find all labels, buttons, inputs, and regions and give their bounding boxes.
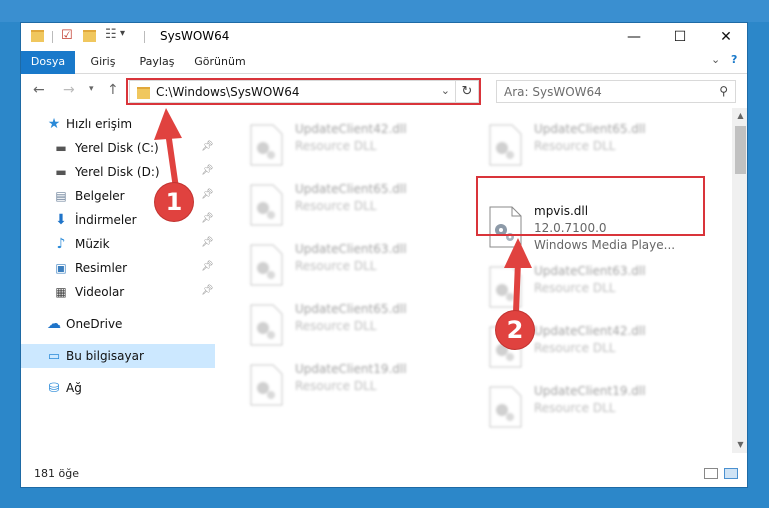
arrow-2	[504, 238, 532, 315]
annotation-arrows	[154, 108, 532, 315]
arrow-1	[154, 108, 182, 191]
step-2-badge: 2	[496, 311, 534, 349]
step-1-badge: 1	[155, 183, 193, 221]
